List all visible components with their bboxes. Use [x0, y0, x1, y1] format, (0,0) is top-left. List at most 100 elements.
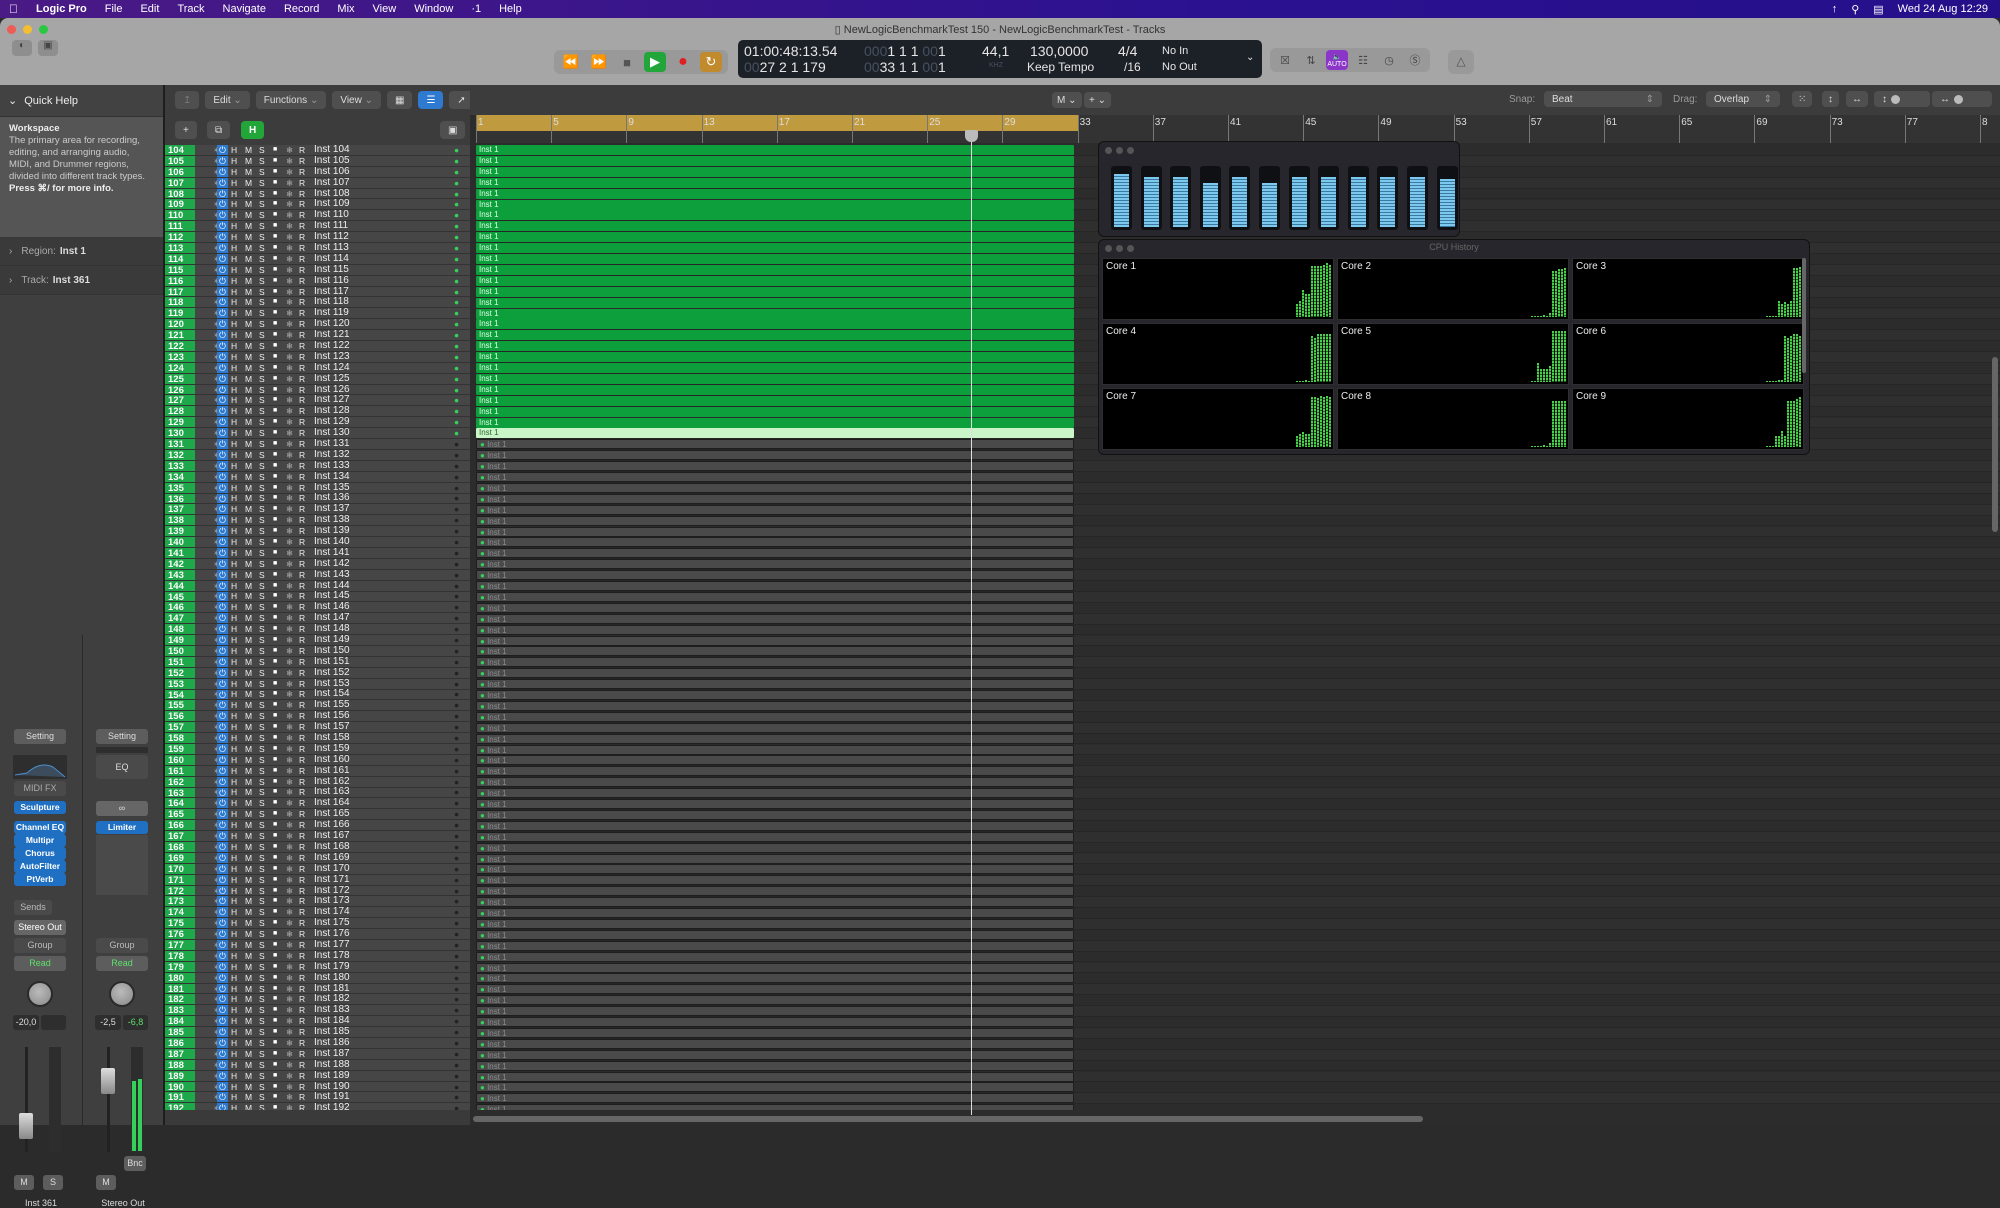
track-lane[interactable]: ● Inst 1: [476, 1038, 2000, 1050]
freeze-icon[interactable]: ❄: [286, 297, 293, 307]
solo-button[interactable]: S: [259, 1092, 265, 1102]
menu-edit[interactable]: Edit: [131, 3, 168, 15]
track-name[interactable]: Inst 178: [314, 950, 350, 961]
hide-button[interactable]: H: [231, 210, 237, 220]
midi-region[interactable]: ● Inst 1: [476, 526, 1074, 537]
lock-icon[interactable]: ■: [273, 973, 277, 983]
track-lane[interactable]: ● Inst 1: [476, 493, 2000, 505]
track-name[interactable]: Inst 106: [314, 166, 350, 177]
midi-region[interactable]: Inst 1: [476, 319, 1074, 330]
cpu-meter-window[interactable]: [1098, 141, 1460, 237]
track-name[interactable]: Inst 160: [314, 754, 350, 765]
hide-button[interactable]: H: [231, 559, 237, 569]
record-enable-button[interactable]: R: [299, 287, 305, 297]
vertical-zoom-slider[interactable]: ↕: [1874, 91, 1930, 107]
freeze-icon[interactable]: ❄: [286, 570, 293, 580]
lock-icon[interactable]: ■: [273, 570, 277, 580]
power-button[interactable]: ⏻: [217, 319, 228, 329]
lock-icon[interactable]: ■: [273, 668, 277, 678]
control-center-icon[interactable]: ▤: [1873, 3, 1883, 16]
track-lane[interactable]: ● Inst 1: [476, 559, 2000, 571]
track-name[interactable]: Inst 155: [314, 700, 350, 710]
power-button[interactable]: ⏻: [217, 624, 228, 634]
track-name[interactable]: Inst 171: [314, 874, 350, 885]
track-lane[interactable]: ● Inst 1: [476, 679, 2000, 690]
mute-button[interactable]: M: [245, 907, 252, 917]
mute-button[interactable]: M: [245, 395, 252, 405]
track-header[interactable]: 116✶⏻HMS■❄RInst 116●: [165, 275, 470, 287]
track-header[interactable]: 189✶⏻HMS■❄RInst 189●: [165, 1070, 470, 1082]
vertical-fit-icon[interactable]: ↕: [1822, 91, 1839, 107]
midi-region[interactable]: ● Inst 1: [476, 679, 1074, 690]
midi-region[interactable]: ● Inst 1: [476, 1082, 1074, 1093]
lock-icon[interactable]: ■: [273, 679, 277, 689]
midi-region[interactable]: ● Inst 1: [476, 722, 1074, 733]
solo-button[interactable]: S: [259, 602, 265, 612]
track-name[interactable]: Inst 133: [314, 460, 350, 471]
power-button[interactable]: ⏻: [217, 1016, 228, 1026]
track-lane[interactable]: ● Inst 1: [476, 1017, 2000, 1028]
lock-icon[interactable]: ■: [273, 1005, 277, 1015]
track-header[interactable]: 107✶⏻HMS■❄RInst 107●: [165, 177, 470, 189]
lock-icon[interactable]: ■: [273, 809, 277, 819]
midi-region[interactable]: ● Inst 1: [476, 766, 1074, 777]
mute-button[interactable]: M: [245, 1103, 252, 1110]
solo-button[interactable]: S: [259, 984, 265, 994]
mute-button[interactable]: M: [245, 210, 252, 220]
lock-icon[interactable]: ■: [273, 962, 277, 972]
power-button[interactable]: ⏻: [217, 667, 228, 678]
lock-icon[interactable]: ■: [273, 657, 277, 667]
menu-file[interactable]: File: [96, 3, 132, 15]
solo-button[interactable]: S: [259, 777, 265, 787]
lock-icon[interactable]: ■: [273, 886, 277, 896]
lock-icon[interactable]: ■: [273, 515, 277, 525]
solo-button[interactable]: S: [259, 1016, 265, 1026]
output-slot[interactable]: Stereo Out: [14, 920, 66, 935]
list-view-icon[interactable]: ☰: [418, 91, 444, 109]
menu-record[interactable]: Record: [275, 3, 328, 15]
plugin-slot[interactable]: Limiter: [96, 821, 148, 834]
freeze-icon[interactable]: ❄: [286, 199, 293, 209]
hide-button[interactable]: H: [231, 243, 237, 253]
freeze-icon[interactable]: ❄: [286, 210, 293, 220]
track-name[interactable]: Inst 146: [314, 602, 350, 612]
hide-button[interactable]: H: [231, 940, 237, 950]
power-button[interactable]: ⏻: [217, 493, 228, 503]
hide-button[interactable]: H: [231, 330, 237, 340]
power-button[interactable]: ⏻: [217, 787, 228, 797]
power-button[interactable]: ⏻: [217, 460, 228, 471]
freeze-icon[interactable]: ❄: [286, 352, 293, 362]
channel-name[interactable]: Stereo Out: [82, 1198, 164, 1208]
midi-region[interactable]: ● Inst 1: [476, 973, 1074, 984]
plugin-slot[interactable]: PtVerb: [14, 873, 66, 886]
record-enable-button[interactable]: R: [299, 439, 305, 449]
power-button[interactable]: ⏻: [217, 918, 228, 928]
lock-icon[interactable]: ■: [273, 548, 277, 558]
record-enable-button[interactable]: R: [299, 515, 305, 525]
power-button[interactable]: ⏻: [217, 809, 228, 819]
freeze-icon[interactable]: ❄: [286, 428, 293, 438]
solo-button[interactable]: S: [259, 1038, 265, 1048]
record-enable-button[interactable]: R: [299, 1027, 305, 1037]
setting-button[interactable]: Setting: [14, 729, 66, 744]
track-lane[interactable]: ● Inst 1: [476, 1093, 2000, 1105]
freeze-icon[interactable]: ❄: [286, 526, 293, 536]
mute-button[interactable]: M: [245, 875, 252, 885]
record-enable-button[interactable]: R: [299, 189, 305, 199]
lock-icon[interactable]: ■: [273, 1103, 277, 1110]
sends-slot[interactable]: Sends: [14, 900, 52, 915]
freeze-icon[interactable]: ❄: [286, 178, 293, 188]
power-button[interactable]: ⏻: [217, 689, 228, 699]
midi-region[interactable]: ● Inst 1: [476, 940, 1074, 951]
hide-button[interactable]: H: [231, 842, 237, 852]
midi-region[interactable]: ● Inst 1: [476, 962, 1074, 973]
close-window-button[interactable]: [1105, 147, 1112, 154]
record-enable-button[interactable]: R: [299, 635, 305, 645]
mute-button[interactable]: M: [245, 341, 252, 351]
solo-button[interactable]: S: [259, 232, 265, 242]
record-enable-button[interactable]: R: [299, 406, 305, 416]
lock-icon[interactable]: ■: [273, 265, 277, 275]
track-header[interactable]: 180✶⏻HMS■❄RInst 180●: [165, 972, 470, 984]
freeze-icon[interactable]: ❄: [286, 1060, 293, 1070]
track-name[interactable]: Inst 113: [314, 242, 349, 253]
